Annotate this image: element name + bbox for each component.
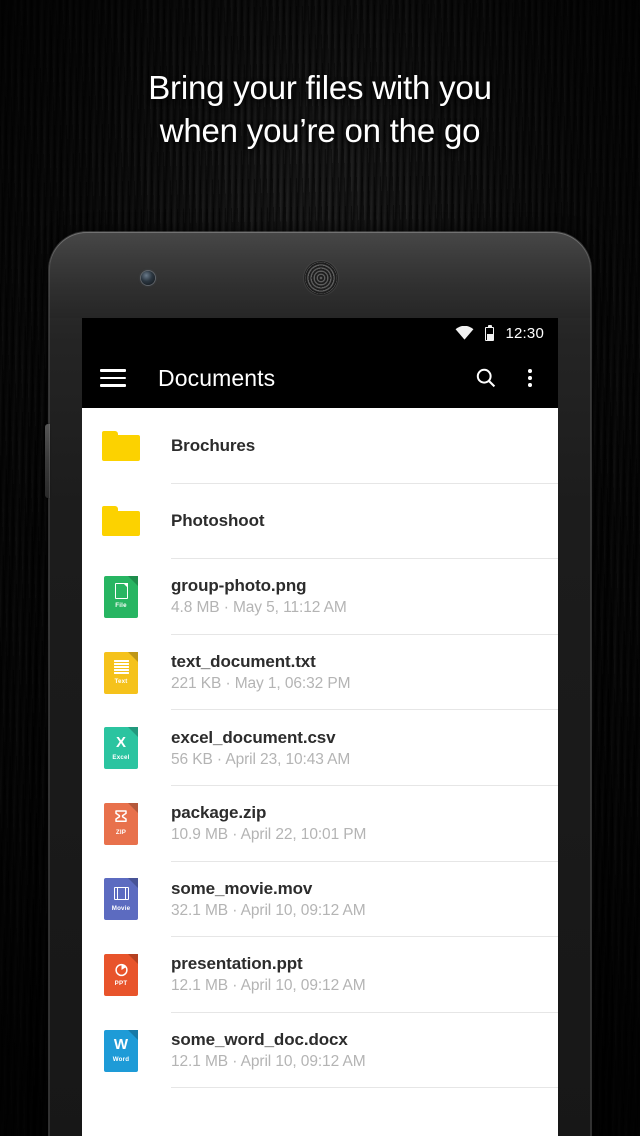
folder-icon	[97, 506, 145, 537]
folder-icon	[97, 430, 145, 461]
headline-line-2: when you’re on the go	[159, 112, 481, 149]
file-meta: 10.9 MB · April 22, 10:01 PM	[171, 826, 367, 844]
file-name: group-photo.png	[171, 576, 307, 596]
file-name: some_word_doc.docx	[171, 1030, 348, 1050]
file-row-text: package.zip 10.9 MB · April 22, 10:01 PM	[171, 803, 366, 844]
file-meta: 12.1 MB · April 10, 09:12 AM	[171, 977, 366, 995]
file-name: some_movie.mov	[171, 878, 313, 898]
file-row[interactable]: W Word some_word_doc.docx 12.1 MB · April 1…	[82, 1012, 558, 1089]
wifi-icon	[455, 326, 474, 340]
file-name: presentation.ppt	[171, 954, 303, 974]
file-row-text: some_word_doc.docx 12.1 MB · April 10, 09…	[171, 1030, 366, 1071]
pie-glyph	[114, 963, 128, 976]
file-name: package.zip	[171, 803, 267, 823]
file-row[interactable]: Text text_document.txt 221 KB · May 1, 06:…	[82, 634, 558, 711]
file-name: Photoshoot	[171, 511, 265, 531]
file-row-text: presentation.ppt 12.1 MB · April 10, 09:1…	[171, 954, 366, 995]
file-name: text_document.txt	[171, 652, 316, 672]
app-bar-actions	[472, 364, 544, 392]
file-row[interactable]: File group-photo.png 4.8 MB · May 5, 11:12…	[82, 559, 558, 635]
status-bar-icons: 12:30	[455, 325, 544, 342]
file-row-text: group-photo.png 4.8 MB · May 5, 11:12 AM	[171, 576, 347, 617]
file-row-text: Photoshoot	[171, 511, 265, 531]
film-glyph	[113, 887, 129, 901]
file-meta: 56 KB · April 23, 10:43 AM	[171, 750, 351, 768]
file-meta: 12.1 MB · April 10, 09:12 AM	[171, 1053, 366, 1071]
front-camera-icon	[141, 271, 155, 285]
file-row[interactable]: Movie some_movie.mov 32.1 MB · April 10, 0…	[82, 861, 558, 938]
page-title: Documents	[158, 364, 276, 391]
phone-screen: 12:30 Documents Brochures Photoshoot Fil…	[82, 318, 558, 1136]
file-docx-icon: W Word	[97, 1029, 145, 1072]
page-glyph	[114, 582, 129, 600]
file-zip-icon: ZIP	[97, 802, 145, 845]
file-name: Brochures	[171, 435, 256, 455]
file-list[interactable]: Brochures Photoshoot File group-photo.png 4.…	[82, 408, 558, 1089]
letter-glyph: W	[113, 1036, 129, 1054]
overflow-menu-icon[interactable]	[516, 364, 544, 392]
status-bar-clock: 12:30	[505, 324, 544, 342]
earpiece-speaker-icon	[304, 261, 338, 295]
file-name: excel_document.csv	[171, 727, 336, 747]
file-row[interactable]: X Excel excel_document.csv 56 KB · April 23…	[82, 710, 558, 786]
battery-icon	[485, 325, 495, 341]
file-mov-icon: Movie	[97, 878, 145, 921]
file-row-text: some_movie.mov 32.1 MB · April 10, 09:12 …	[171, 879, 366, 920]
file-row-text: text_document.txt 221 KB · May 1, 06:32 P…	[171, 652, 350, 693]
file-row-text: excel_document.csv 56 KB · April 23, 10:4…	[171, 728, 350, 769]
row-divider	[171, 1087, 558, 1089]
folder-row[interactable]: Photoshoot	[82, 483, 558, 560]
file-row-text: Brochures	[171, 436, 255, 456]
app-bar: Documents	[82, 348, 558, 408]
lines-glyph	[113, 659, 129, 674]
status-bar: 12:30	[82, 318, 558, 348]
file-meta: 32.1 MB · April 10, 09:12 AM	[171, 901, 366, 919]
file-ppt-icon: PPT	[97, 953, 145, 996]
file-txt-icon: Text	[97, 651, 145, 694]
file-meta: 4.8 MB · May 5, 11:12 AM	[171, 599, 347, 617]
promo-headline: Bring your files with you when you’re on…	[0, 66, 640, 152]
headline-line-1: Bring your files with you	[148, 69, 492, 106]
phone-device-frame: 12:30 Documents Brochures Photoshoot Fil…	[45, 232, 591, 1136]
file-png-icon: File	[97, 575, 145, 618]
hamburger-menu-icon[interactable]	[100, 369, 126, 387]
letter-glyph: X	[115, 734, 126, 752]
folder-row[interactable]: Brochures	[82, 408, 558, 484]
search-icon[interactable]	[472, 364, 500, 392]
file-row[interactable]: PPT presentation.ppt 12.1 MB · April 10, 0…	[82, 937, 558, 1013]
volume-rocker-button[interactable]	[45, 424, 50, 498]
file-meta: 221 KB · May 1, 06:32 PM	[171, 675, 351, 693]
file-row[interactable]: ZIP package.zip 10.9 MB · April 22, 10:01 …	[82, 785, 558, 862]
file-csv-icon: X Excel	[97, 727, 145, 770]
zip-glyph	[115, 810, 127, 823]
